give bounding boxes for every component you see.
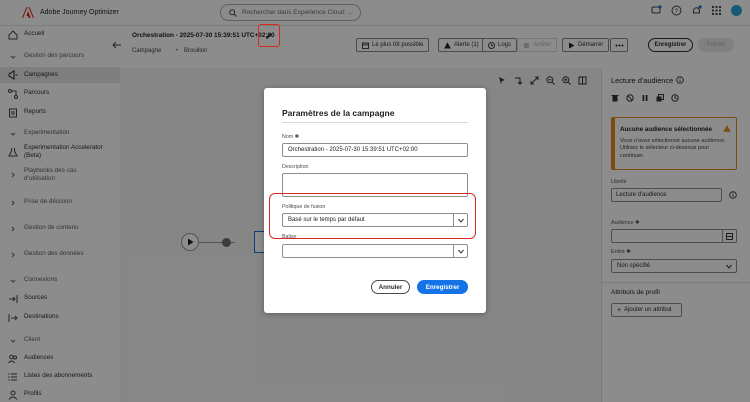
save-button[interactable]: Enregistrer: [417, 280, 468, 294]
name-input[interactable]: Orchestration - 2025-07-30 15:39:51 UTC+…: [282, 143, 468, 157]
description-label: Description: [282, 164, 309, 170]
dialog-title: Paramètres de la campagne: [282, 108, 395, 118]
chevron-down-icon: [457, 249, 464, 254]
cancel-button[interactable]: Annuler: [371, 280, 410, 294]
merge-policy-highlight-annotation: [269, 193, 476, 239]
fourth-field-select[interactable]: [282, 244, 468, 258]
dialog-divider: [282, 122, 468, 123]
name-label: Nom ✱: [282, 134, 300, 140]
edit-highlight-annotation: [258, 24, 280, 47]
